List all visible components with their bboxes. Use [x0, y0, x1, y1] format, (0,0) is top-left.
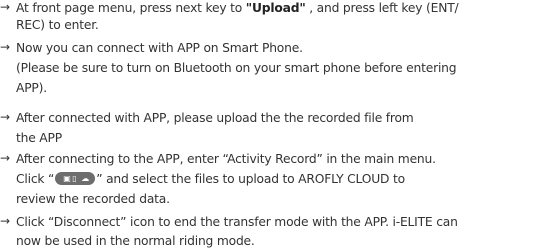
instruction-list: → At front page menu, press next key to … [0, 0, 560, 252]
list-item-line: APP). [16, 81, 47, 95]
list-item-line: At front page menu, press next key to "U… [16, 0, 459, 17]
list-item-line: the APP [16, 131, 62, 145]
upload-label: "Upload" [245, 1, 306, 15]
list-item-line: After connecting to the APP, enter “Acti… [16, 152, 436, 166]
item-text: ” and select the files to upload to AROF… [96, 172, 405, 186]
arrow-icon: → [0, 151, 11, 165]
list-item-line: review the recorded data. [16, 192, 170, 206]
cloud-upload-icon: ☁ [81, 174, 89, 183]
arrow-icon: → [0, 40, 11, 54]
list-item-line: REC) to enter. [16, 18, 99, 32]
arrow-icon: → [0, 110, 11, 124]
list-item-line: Click “ ▣ ▯ ☁ ” and select the files to uplo… [16, 171, 405, 188]
list-item-line: (Please be sure to turn on Bluetooth on … [16, 61, 457, 75]
list-item-line: now be used in the normal riding mode. [16, 234, 255, 248]
list-item-line: Click “Disconnect” icon to end the trans… [16, 215, 458, 229]
item-text: Click “ [16, 172, 55, 186]
file-icon: ▯ [72, 174, 77, 183]
upload-action-icon: ▣ ▯ ☁ [55, 172, 96, 185]
list-item-line: After connected with APP, please upload … [16, 111, 414, 125]
arrow-icon: → [0, 214, 11, 228]
select-icon: ▣ [63, 174, 71, 183]
arrow-icon: → [0, 0, 11, 14]
item-text: At front page menu, press next key to [16, 1, 246, 15]
list-item-line: Now you can connect with APP on Smart Ph… [16, 41, 303, 55]
item-text: , and press left key (ENT/ [305, 1, 459, 15]
